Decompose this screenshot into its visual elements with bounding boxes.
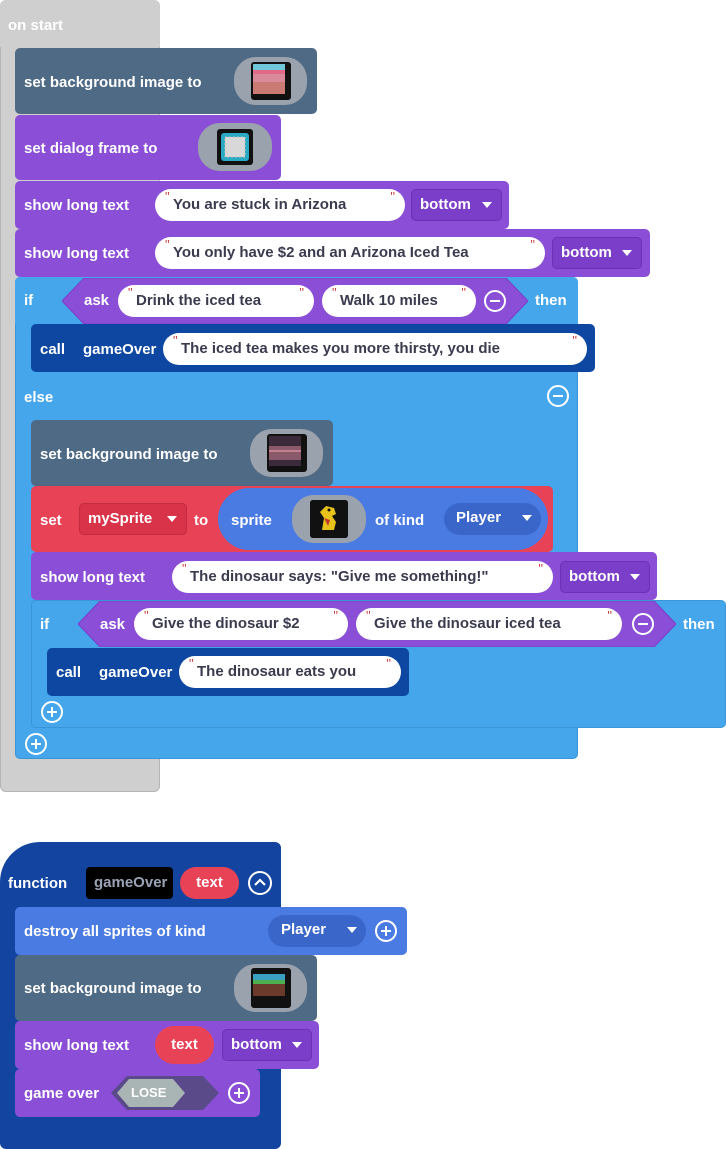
ask-option-a-2[interactable]: " Give the dinosaur $2 " (134, 608, 348, 640)
dialog-position-dropdown-2[interactable]: bottom (552, 237, 642, 269)
ask-option-b-1[interactable]: " Walk 10 miles " (322, 285, 476, 317)
chevron-down-icon (482, 202, 492, 208)
background-image-picker-2[interactable] (250, 429, 323, 477)
call-text-input-1[interactable]: " The iced tea makes you more thirsty, yo… (163, 333, 587, 365)
dinosaur-image (310, 500, 348, 538)
sprite-kind-dropdown[interactable]: Player (444, 503, 541, 535)
then-label-2: then (683, 616, 715, 633)
to-label: to (194, 512, 209, 529)
game-over-scene-image (250, 968, 291, 1008)
destroy-kind-dropdown[interactable]: Player (268, 915, 366, 947)
long-text-input-1[interactable]: " You are stuck in Arizona " (155, 189, 405, 221)
show-long-text-label-2: show long text (24, 245, 129, 262)
then-label-1: then (535, 292, 567, 309)
remove-option-icon-2[interactable] (632, 613, 654, 635)
sprite-variable-dropdown[interactable]: mySprite (79, 503, 187, 535)
dialog-position-dropdown-3[interactable]: bottom (560, 561, 650, 593)
show-long-text-label-4: show long text (24, 1037, 129, 1054)
dialog-position-value-2: bottom (561, 244, 612, 261)
call-label-2: call (56, 664, 82, 681)
set-label: set (40, 512, 62, 529)
call-function-name-1: gameOver (83, 341, 157, 358)
show-long-text-label-1: show long text (24, 197, 129, 214)
collapse-icon[interactable] (248, 871, 272, 895)
call-text-input-2[interactable]: " The dinosaur eats you " (179, 656, 401, 688)
remove-else-icon[interactable] (547, 385, 569, 407)
else-label: else (24, 389, 54, 406)
remove-option-icon-1[interactable] (484, 290, 506, 312)
on-start-label: on start (8, 17, 64, 34)
long-text-value-1: You are stuck in Arizona (173, 196, 347, 213)
long-text-value-2: You only have $2 and an Arizona Iced Tea (173, 244, 469, 261)
desert-scene-image (250, 62, 291, 100)
ask-label-2: ask (100, 616, 126, 633)
dialog-frame-picker[interactable] (198, 123, 272, 171)
show-text-param[interactable]: text (155, 1026, 214, 1064)
function-label: function (8, 875, 68, 892)
add-else-icon-1[interactable] (25, 733, 47, 755)
ask-option-b-2[interactable]: " Give the dinosaur iced tea " (356, 608, 622, 640)
dialog-position-dropdown-1[interactable]: bottom (411, 189, 502, 221)
chevron-down-icon (622, 250, 632, 256)
add-kind-icon[interactable] (375, 920, 397, 942)
sprite-label: sprite (231, 512, 272, 529)
game-over-result-value: LOSE (131, 1085, 167, 1100)
background-image-picker-3[interactable] (234, 964, 307, 1012)
set-background-label-3: set background image to (24, 980, 202, 997)
chevron-down-icon (167, 516, 177, 522)
sprite-image-picker[interactable] (292, 495, 366, 543)
set-background-label-1: set background image to (24, 74, 202, 91)
game-over-label: game over (24, 1085, 100, 1102)
dialog-position-value-1: bottom (420, 196, 471, 213)
long-text-input-2[interactable]: " You only have $2 and an Arizona Iced Te… (155, 237, 545, 269)
chevron-down-icon (292, 1042, 302, 1048)
set-dialog-frame-label: set dialog frame to (24, 140, 158, 157)
chevron-down-icon (347, 927, 357, 933)
if-label-1: if (24, 292, 34, 309)
chevron-down-icon (630, 574, 640, 580)
chevron-down-icon (522, 515, 532, 521)
function-param-text[interactable]: text (180, 867, 239, 899)
background-image-picker-1[interactable] (234, 57, 307, 105)
ask-label-1: ask (84, 292, 110, 309)
show-long-text-label-3: show long text (40, 569, 145, 586)
call-function-name-2: gameOver (99, 664, 173, 681)
dialog-position-dropdown-4[interactable]: bottom (222, 1029, 312, 1061)
set-background-label-2: set background image to (40, 446, 218, 463)
add-effect-icon[interactable] (228, 1082, 250, 1104)
long-text-input-3[interactable]: " The dinosaur says: "Give me something!"… (172, 561, 553, 593)
dark-scene-image (266, 434, 307, 472)
if-label-2: if (40, 616, 50, 633)
call-label-1: call (40, 341, 66, 358)
ask-option-a-1[interactable]: " Drink the iced tea " (118, 285, 314, 317)
dialog-frame-image (217, 129, 253, 165)
add-else-icon-2[interactable] (41, 701, 63, 723)
of-kind-label: of kind (375, 512, 425, 529)
function-name-field[interactable]: gameOver (86, 867, 173, 899)
destroy-sprites-label: destroy all sprites of kind (24, 923, 206, 940)
